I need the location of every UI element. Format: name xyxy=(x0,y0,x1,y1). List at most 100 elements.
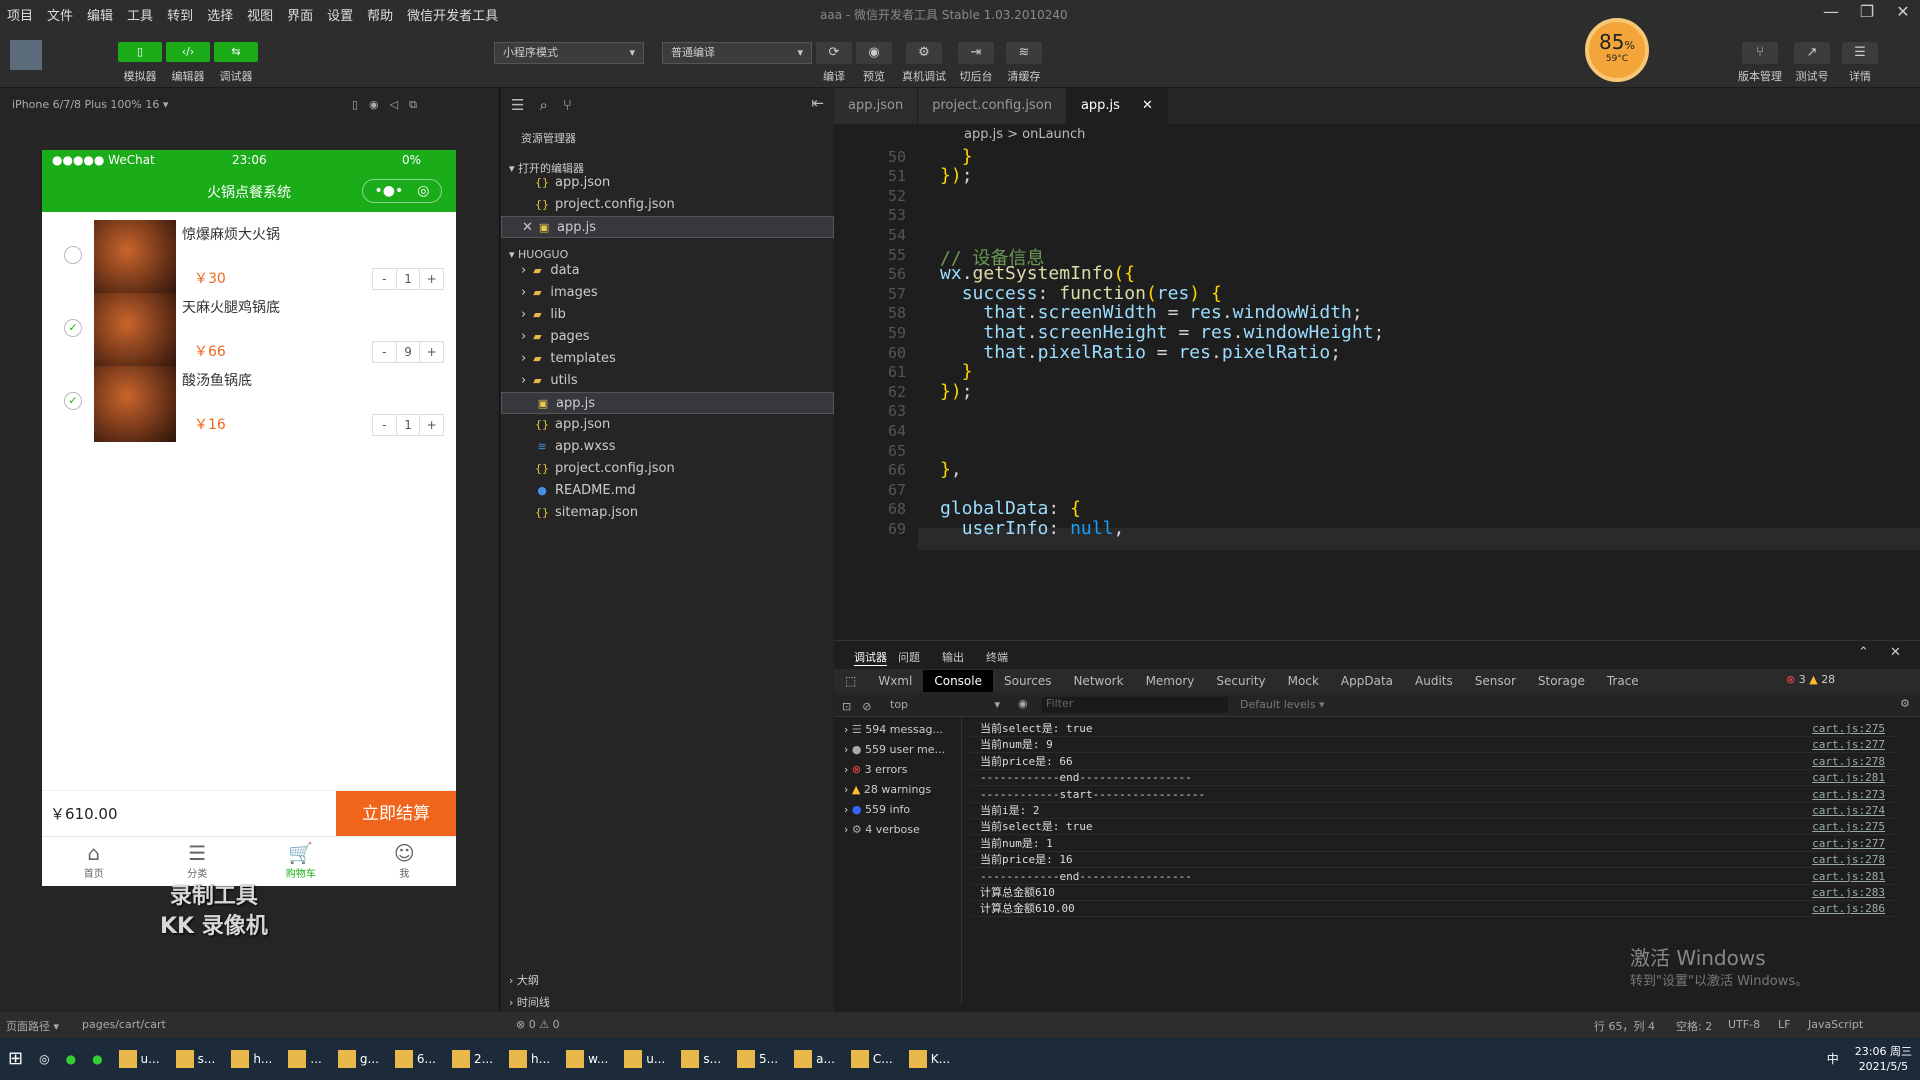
console-group[interactable]: › ▲ 28 warnings xyxy=(844,783,931,796)
console-group[interactable]: › ⊗ 3 errors xyxy=(844,763,907,776)
console-group[interactable]: › ⚙ 4 verbose xyxy=(844,823,920,836)
menu-item[interactable]: 文件 xyxy=(40,5,80,24)
devtools-tab[interactable]: Wxml xyxy=(867,674,923,688)
file-tree-item[interactable]: › ▰ templates xyxy=(501,348,834,370)
source-link[interactable]: cart.js:275 xyxy=(1812,721,1885,737)
file-tree-item[interactable]: ≋ app.wxss xyxy=(501,436,834,458)
minimize-icon[interactable]: — xyxy=(1814,2,1848,26)
file-tree-item[interactable]: ● README.md xyxy=(501,480,834,502)
tab-1[interactable]: ☰ 分类 xyxy=(146,837,250,886)
tab-3[interactable]: ☺ 我 xyxy=(353,837,457,886)
devtools-tab[interactable]: Sources xyxy=(993,674,1062,688)
outline-header[interactable]: › 大纲 xyxy=(509,972,539,988)
file-tree-item[interactable]: › ▰ images xyxy=(501,282,834,304)
item-checkbox[interactable]: ✓ xyxy=(64,319,82,337)
panel-tab[interactable]: 调试器 xyxy=(854,649,887,666)
menu-item[interactable]: 转到 xyxy=(160,5,200,24)
panel-tab[interactable]: 输出 xyxy=(942,649,964,665)
collapse-icon[interactable]: ⌃ xyxy=(1858,645,1869,660)
taskbar-app[interactable]: s... xyxy=(170,1042,222,1076)
source-link[interactable]: cart.js:277 xyxy=(1812,836,1885,852)
devtools-tab[interactable]: Mock xyxy=(1277,674,1330,688)
error-warning-count[interactable]: ⊗ 3 ▲ 28 xyxy=(1786,673,1835,686)
file-tree-item[interactable]: › ▰ utils xyxy=(501,370,834,392)
compile-button[interactable]: ⟳ xyxy=(816,42,852,64)
taskbar-app[interactable]: u... xyxy=(113,1042,166,1076)
taskbar-app[interactable]: 5... xyxy=(731,1042,784,1076)
taskbar-app[interactable]: h... xyxy=(503,1042,556,1076)
tab-0[interactable]: ⌂ 首页 xyxy=(42,837,146,886)
close-tab-icon[interactable]: ✕ xyxy=(1142,98,1153,113)
item-checkbox[interactable]: ✓ xyxy=(64,392,82,410)
cursor-position[interactable]: 行 65，列 4 xyxy=(1594,1018,1655,1034)
taskbar-app[interactable]: u... xyxy=(618,1042,671,1076)
menu-item[interactable]: 帮助 xyxy=(360,5,400,24)
editor-tab[interactable]: app.js ✕ xyxy=(1066,88,1168,124)
editor-toggle-button[interactable]: ‹/› xyxy=(166,42,210,62)
mode-select[interactable]: 小程序模式 ▾ xyxy=(494,42,644,64)
taskbar-app[interactable]: K... xyxy=(903,1042,956,1076)
devtools-tab[interactable]: Trace xyxy=(1596,674,1650,688)
quantity-stepper[interactable]: -1 + xyxy=(372,414,444,436)
editor-tab[interactable]: project.config.json xyxy=(918,88,1067,124)
file-tree-item[interactable]: › ▰ pages xyxy=(501,326,834,348)
app-icon[interactable]: ● xyxy=(86,1042,108,1076)
file-tree-item[interactable]: {} sitemap.json xyxy=(501,502,834,524)
menu-item[interactable]: 界面 xyxy=(280,5,320,24)
devtools-tab[interactable]: AppData xyxy=(1330,674,1404,688)
taskbar-app[interactable]: C... xyxy=(845,1042,899,1076)
devtools-tab[interactable]: Sensor xyxy=(1464,674,1527,688)
source-link[interactable]: cart.js:273 xyxy=(1812,787,1885,803)
taskbar-app[interactable]: a... xyxy=(788,1042,841,1076)
device-select[interactable]: iPhone 6/7/8 Plus 100% 16 ▾ ▯ ◉ ◁ ⧉ xyxy=(0,88,500,118)
file-tree-item[interactable]: {} app.json xyxy=(501,414,834,436)
open-editor-item[interactable]: {} app.json xyxy=(501,172,834,194)
clear-cache-button[interactable]: ≋ xyxy=(1006,42,1042,64)
taskbar-app[interactable]: w... xyxy=(560,1042,614,1076)
menu-item[interactable]: 项目 xyxy=(0,5,40,24)
code-editor[interactable]: 49 }) })50 } }51});});52535455// 设备信息// … xyxy=(834,146,1920,640)
encoding[interactable]: UTF-8 xyxy=(1728,1018,1760,1031)
real-debug-button[interactable]: ⚙ xyxy=(906,42,942,64)
source-link[interactable]: cart.js:281 xyxy=(1812,869,1885,885)
eye-icon[interactable]: ◉ xyxy=(1018,697,1028,710)
devtools-tab[interactable]: Audits xyxy=(1404,674,1464,688)
panel-tab[interactable]: 终端 xyxy=(986,649,1008,665)
problems-count[interactable]: ⊗ 0 ⚠ 0 xyxy=(516,1018,560,1031)
editor-tab[interactable]: app.json xyxy=(834,88,919,124)
background-button[interactable]: ⇥ xyxy=(958,42,994,64)
file-tree-item[interactable]: ▣ app.js xyxy=(501,392,834,414)
source-link[interactable]: cart.js:283 xyxy=(1812,885,1885,901)
source-link[interactable]: cart.js:278 xyxy=(1812,852,1885,868)
close-window-icon[interactable]: ✕ xyxy=(1886,2,1920,26)
preview-button[interactable]: ◉ xyxy=(856,42,892,64)
levels-select[interactable]: Default levels ▾ xyxy=(1240,698,1325,711)
increment-button[interactable]: + xyxy=(420,415,443,435)
settings-icon[interactable]: ⚙ xyxy=(1900,697,1910,710)
source-link[interactable]: cart.js:275 xyxy=(1812,819,1885,835)
file-tree-item[interactable]: › ▰ lib xyxy=(501,304,834,326)
filter-input[interactable]: Filter xyxy=(1042,697,1228,713)
indent-setting[interactable]: 空格: 2 xyxy=(1676,1018,1712,1034)
tab-2[interactable]: 🛒 购物车 xyxy=(249,837,353,886)
source-link[interactable]: cart.js:281 xyxy=(1812,770,1885,786)
open-editor-item[interactable]: {} project.config.json xyxy=(501,194,834,216)
avatar[interactable] xyxy=(10,40,42,70)
test-account-button[interactable]: ↗ xyxy=(1794,42,1830,64)
devtools-tab[interactable]: Memory xyxy=(1135,674,1206,688)
decrement-button[interactable]: - xyxy=(373,415,397,435)
compile-mode-select[interactable]: 普通编译 ▾ xyxy=(662,42,812,64)
checkout-button[interactable]: 立即结算 xyxy=(336,791,456,837)
menu-item[interactable]: 工具 xyxy=(120,5,160,24)
devtools-tab[interactable]: Network xyxy=(1062,674,1134,688)
file-tree-item[interactable]: {} project.config.json xyxy=(501,458,834,480)
detail-button[interactable]: ☰ xyxy=(1842,42,1878,64)
taskbar-app[interactable]: h... xyxy=(225,1042,278,1076)
menu-item[interactable]: 选择 xyxy=(200,5,240,24)
clock[interactable]: 23:06 周三 2021/5/5 xyxy=(1849,1042,1918,1076)
language-mode[interactable]: JavaScript xyxy=(1808,1018,1863,1031)
console-group[interactable]: › ● 559 info xyxy=(844,803,910,816)
context-select[interactable]: top ▾ xyxy=(890,698,1000,711)
source-link[interactable]: cart.js:286 xyxy=(1812,901,1885,917)
chrome-icon[interactable]: ◎ xyxy=(33,1042,55,1076)
